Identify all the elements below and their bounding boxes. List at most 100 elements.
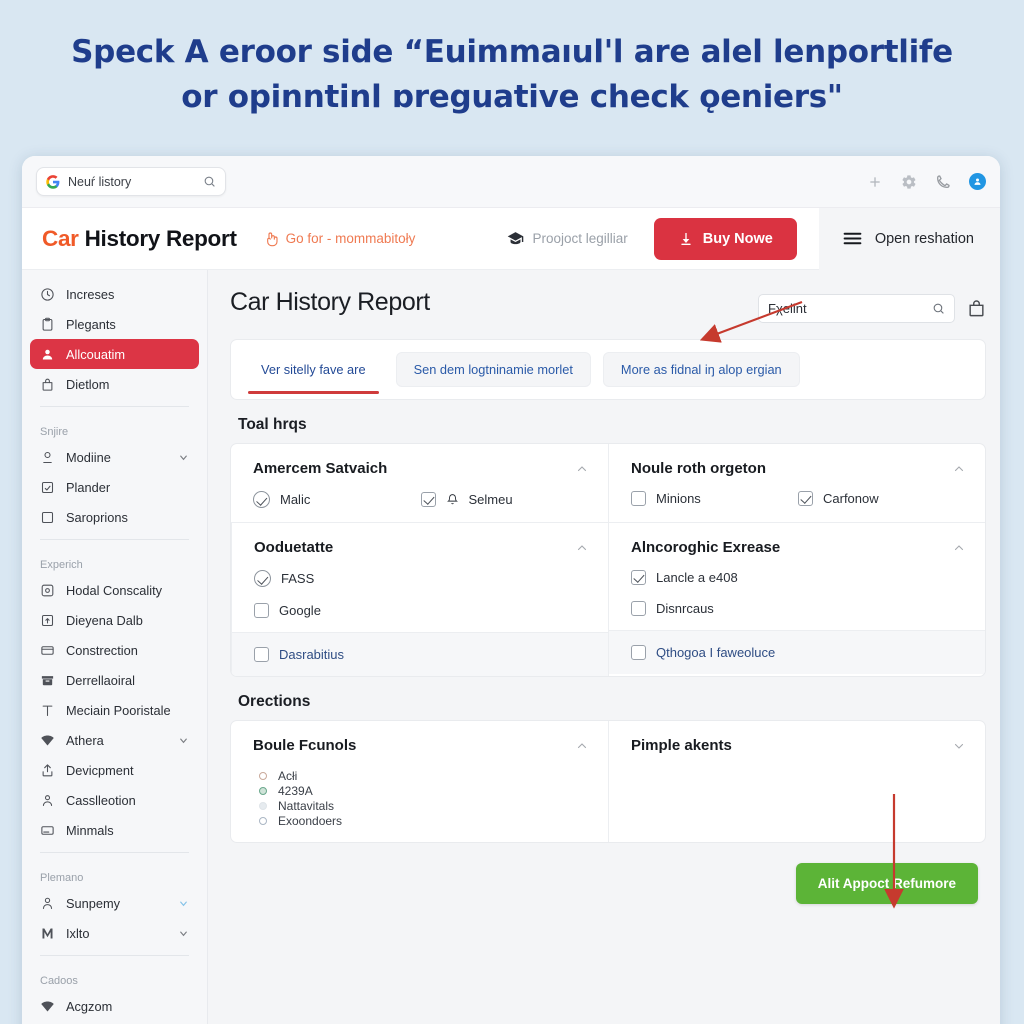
browser-address-bar[interactable]: Neuŕ listory [36,167,226,196]
option-disnrcaus[interactable]: Disnrcaus [631,601,714,616]
panel-sub-strip: Qthogoa I faweoluce [609,630,985,674]
sidebar-item-acgzom[interactable]: Acgzom [30,991,199,1021]
radio-dot [259,786,267,795]
option-lancle-a-e408[interactable]: Lancle a e408 [631,570,738,585]
panel-title: Ooduetatte [254,539,334,556]
sidebar-item-devicpment[interactable]: Devicpment [30,755,199,785]
chevron-up-icon[interactable] [576,542,588,554]
sidebar-item-label: Acgzom [66,998,113,1014]
sidebar-item-allcouatim[interactable]: Allcouatim [30,339,199,369]
buy-now-button[interactable]: Buy Nowe [653,217,797,260]
app-brand-logo[interactable]: Car History Report [42,226,237,252]
radio-control[interactable] [254,570,271,587]
panel-ooduetatte: Ooduetatte FASS Google Dasrabitius [231,522,608,676]
radio-control[interactable] [253,491,270,508]
checkbox-control[interactable] [254,647,269,662]
panel-amercem-satvaich: Amercem Satvaich Malic Selmeu [231,444,608,522]
radio-list-label: Exoondoers [278,813,343,828]
sidebar-item-label: Allcouatim [66,346,126,362]
radio-list-item[interactable]: Nattavitals [253,798,588,813]
panel-header[interactable]: Ooduetatte [254,539,588,556]
chevron-up-icon[interactable] [953,463,965,475]
open-reservation-button-label: Open reshation [874,230,974,247]
sidebar-item-increses[interactable]: Increses [30,279,199,309]
checkbox-control[interactable] [798,491,813,506]
option-google[interactable]: Google [254,603,321,618]
chevron-down-icon[interactable] [953,740,965,752]
wifi-icon [41,735,54,745]
sidebar-nav: Increses Plegants Allcouatim Dietlom Snjire M… [22,270,208,1024]
option-fass[interactable]: FASS [254,570,314,587]
sidebar-item-derrellaoiral[interactable]: Derrellaoiral [30,665,199,695]
gear-icon[interactable] [901,174,917,190]
brand-accent-text: Car [42,225,79,251]
checkbox-control[interactable] [631,570,646,585]
plus-icon[interactable] [867,174,883,190]
sidebar-item-modiine[interactable]: Modiine [30,442,199,472]
sidebar-item-plegants[interactable]: Plegants [30,309,199,339]
radio-list-item[interactable]: 4239A [253,783,588,798]
panel-header[interactable]: Noule roth orgeton [631,460,965,477]
tab-2[interactable]: Sen dem logtninamie morlet [395,352,591,387]
person-small-icon [42,794,53,806]
sidebar-item-label: Increses [66,286,115,302]
sidebar-item-constrection[interactable]: Constrection [30,635,199,665]
phone-icon[interactable] [935,174,951,190]
open-reservation-button[interactable]: Open reshation [818,207,1000,270]
sidebar-item-athera[interactable]: Athera [30,725,199,755]
checkbox-square-icon [41,481,54,493]
radio-list-item[interactable]: Exoondoers [253,813,588,828]
sidebar-item-label: Saroprions [66,509,128,525]
shopping-bag-icon[interactable] [967,299,986,318]
chevron-down-icon[interactable] [178,898,189,909]
option-row: FASS [254,570,588,587]
profile-avatar-icon[interactable] [969,173,986,190]
panel-header[interactable]: Pimple akents [631,737,965,754]
sidebar-item-hodal-conscality[interactable]: Hodal Conscality [30,575,199,605]
tab-1[interactable]: Ver sitelly fave are [243,352,384,394]
sidebar-item-plander[interactable]: Plander [30,472,199,502]
sidebar-item-meciain-pooristale[interactable]: Meciain Pooristale [30,695,199,725]
window-icon [41,645,54,655]
sidebar-item-casslleotion[interactable]: Casslleotion [30,785,199,815]
option-qthogoa-i-faweoluce[interactable]: Qthogoa I faweoluce [631,645,963,660]
chevron-up-icon[interactable] [576,740,588,752]
chevron-down-icon[interactable] [178,452,189,463]
chevron-down-icon[interactable] [178,735,189,746]
sidebar-item-ixlto[interactable]: Ixlto [30,918,199,948]
checkbox-control[interactable] [254,603,269,618]
tab-3[interactable]: More as fidnal iŋ alop ergian [602,352,800,387]
chevron-down-icon[interactable] [178,928,189,939]
sidebar-item-dietlom[interactable]: Dietlom [30,369,199,399]
panel-header[interactable]: Amercem Satvaich [253,460,588,477]
checkbox-control[interactable] [631,491,646,506]
option-label: Minions [656,491,701,506]
option-carfonow[interactable]: Carfonow [798,491,965,506]
radio-dot [259,816,267,825]
search-input[interactable]: Fχelint [758,294,955,323]
chrome-toolbar-icons [867,173,986,190]
option-dasrabitius[interactable]: Dasrabitius [254,647,586,662]
option-malic[interactable]: Malic [253,491,421,508]
option-minions[interactable]: Minions [631,491,798,506]
radio-list-item[interactable]: Acłi [253,768,588,783]
submit-button[interactable]: Alit Appoct Refumore [795,863,978,904]
checkbox-control[interactable] [420,492,436,507]
panel-title: Alncoroghic Exrease [631,539,781,556]
chevron-up-icon[interactable] [953,542,965,554]
sidebar-item-minmals[interactable]: Minmals [30,815,199,845]
header-project-link[interactable]: Proojoct legilliar [507,230,628,247]
chevron-up-icon[interactable] [576,463,588,475]
panel-header[interactable]: Boule Fcunols [253,737,588,754]
option-selmeu[interactable]: Selmeu [420,492,589,507]
sidebar-item-dieyena-dalb[interactable]: Dieyena Dalb [30,605,199,635]
sidebar-divider [40,539,189,540]
panel-header[interactable]: Alncoroghic Exrease [631,539,965,556]
app-header-bar: Car History Report Go for - mommabitoły … [22,207,1000,270]
header-promo-link[interactable]: Go for - mommabitoły [263,231,415,247]
sidebar-item-sunpemy[interactable]: Sunpemy [30,888,199,918]
user-badge-icon [42,897,53,909]
checkbox-control[interactable] [631,645,646,660]
sidebar-item-saroprions[interactable]: Saroprions [30,502,199,532]
checkbox-control[interactable] [631,601,646,616]
